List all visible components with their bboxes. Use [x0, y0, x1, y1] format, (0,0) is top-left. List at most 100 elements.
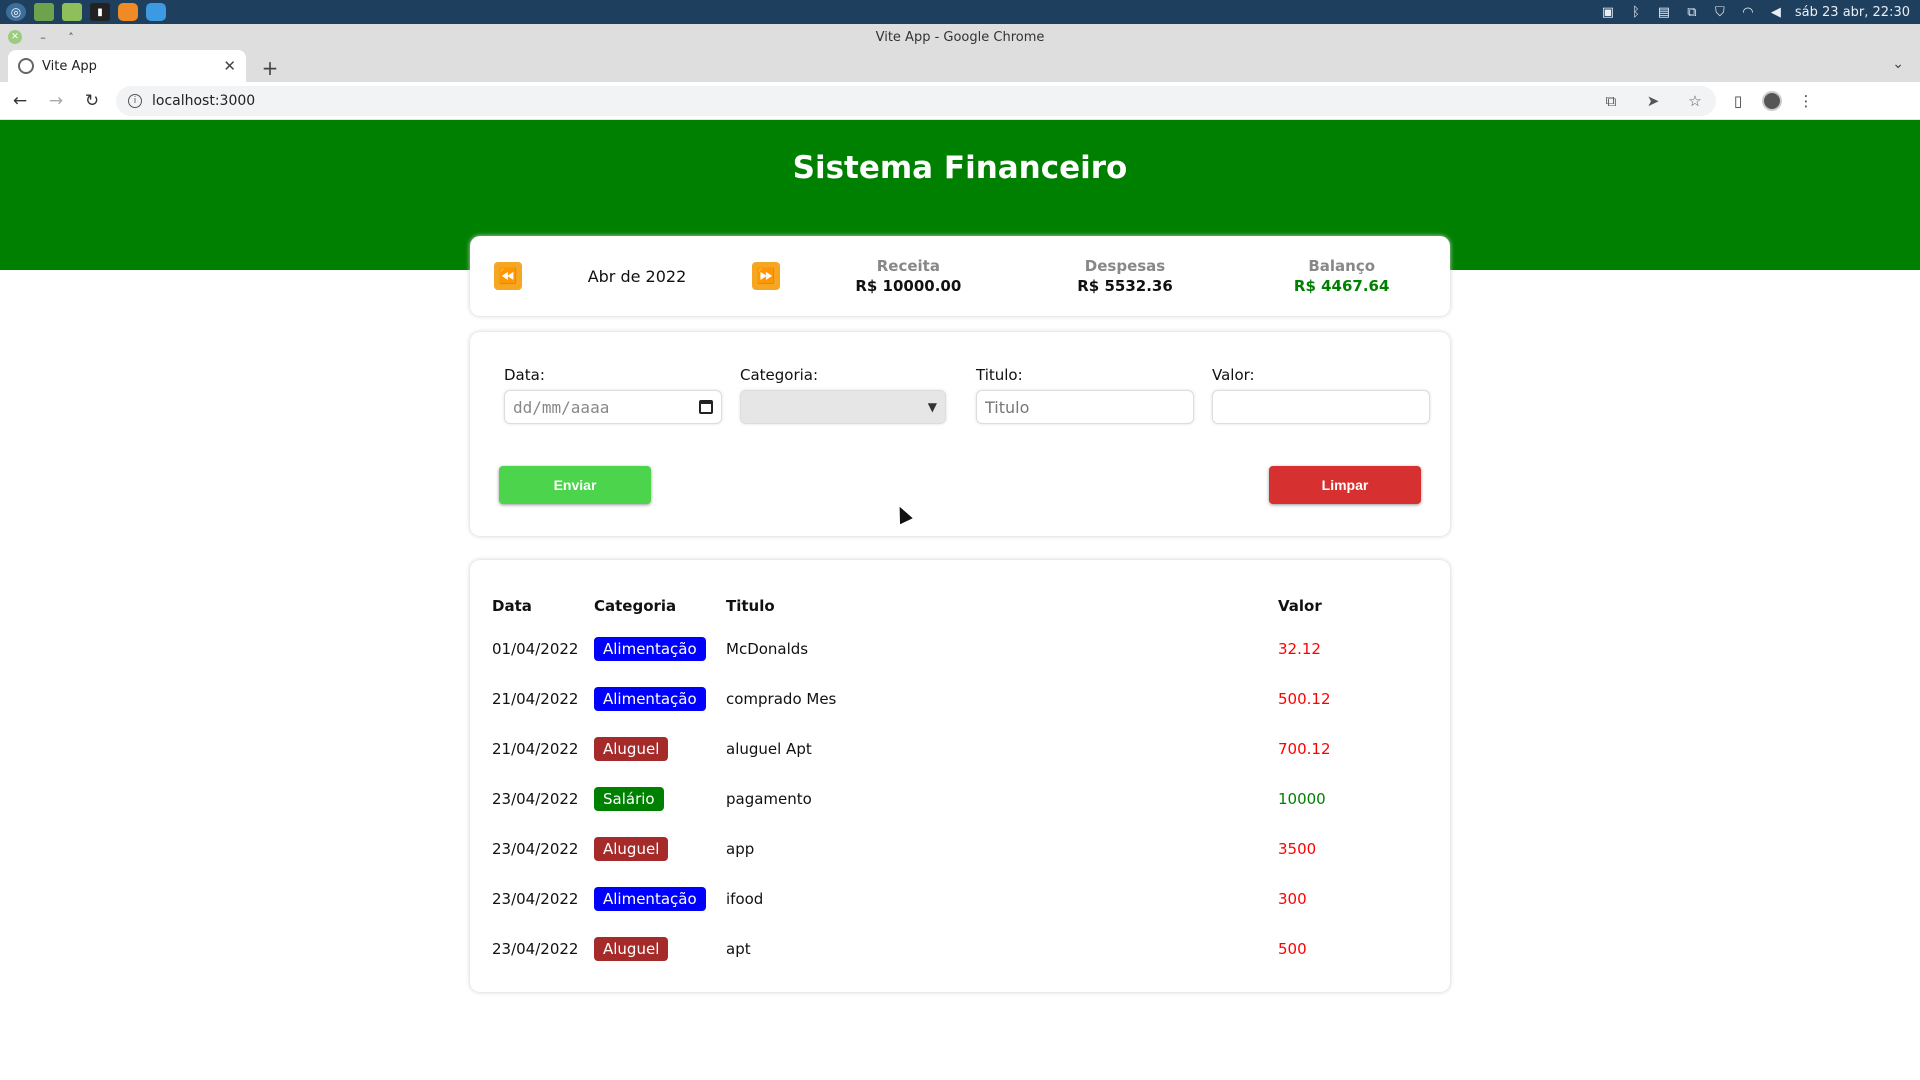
new-tab-button[interactable]: + [258, 56, 282, 80]
receita-value: R$ 10000.00 [855, 277, 962, 295]
tab-title: Vite App [42, 58, 97, 74]
cell-value: 700.12 [1278, 740, 1331, 758]
category-tag: Aluguel [594, 837, 669, 861]
tab-strip: Vite App ✕ + ⌄ [0, 50, 1920, 82]
cell-value: 300 [1278, 890, 1307, 908]
wifi-icon[interactable]: ◠ [1739, 4, 1757, 20]
side-panel-icon[interactable]: ▯ [1728, 92, 1748, 110]
cell-title: ifood [726, 890, 764, 908]
table-row: 23/04/2022 Aluguel apt 500 [492, 924, 1428, 974]
desktop-icon[interactable] [34, 3, 54, 21]
table-row: 21/04/2022 Alimentação comprado Mes 500.12 [492, 674, 1428, 724]
transactions-table: Data Categoria Titulo Valor 01/04/2022 Al… [492, 588, 1428, 974]
table-header-row: Data Categoria Titulo Valor [492, 588, 1428, 624]
header-category: Categoria [594, 597, 677, 615]
files-icon[interactable] [62, 3, 82, 21]
cell-category: Aluguel [594, 737, 726, 761]
clear-button[interactable]: Limpar [1269, 466, 1421, 504]
cell-date: 01/04/2022 [492, 640, 579, 658]
next-month-button[interactable]: ⏩ [752, 262, 780, 290]
info-icon[interactable]: i [128, 93, 142, 108]
cell-title: pagamento [726, 790, 812, 808]
tab-vite-app[interactable]: Vite App ✕ [8, 50, 246, 82]
menu-icon[interactable]: ⋮ [1796, 92, 1816, 110]
close-icon[interactable]: ✕ [223, 57, 236, 75]
update-icon[interactable]: ⧉ [1683, 4, 1701, 20]
cell-date: 21/04/2022 [492, 690, 579, 708]
cell-date: 23/04/2022 [492, 940, 579, 958]
window-minimize-button[interactable]: – [36, 30, 50, 44]
summary-balanco: Balanço R$ 4467.64 [1233, 257, 1450, 295]
star-icon[interactable]: ☆ [1684, 92, 1706, 110]
date-label: Data: [504, 366, 545, 384]
back-button[interactable]: ← [4, 85, 36, 117]
tab-search-icon[interactable]: ⌄ [1892, 56, 1904, 72]
cell-title: comprado Mes [726, 690, 837, 708]
cell-title: aluguel Apt [726, 740, 812, 758]
window-maximize-button[interactable]: ˄ [64, 30, 78, 44]
summary-despesas: Despesas R$ 5532.36 [1017, 257, 1234, 295]
date-placeholder: dd/mm/aaaa [513, 397, 610, 417]
calendar-icon[interactable] [699, 400, 713, 414]
page-viewport: Sistema Financeiro ⏪ Abr de 2022 ⏩ Recei… [0, 120, 1920, 1080]
value-input[interactable] [1212, 390, 1430, 424]
cell-category: Alimentação [594, 637, 726, 661]
mint-menu-icon[interactable]: ◎ [6, 3, 26, 21]
cell-date: 23/04/2022 [492, 790, 579, 808]
month-label: Abr de 2022 [587, 266, 687, 286]
globe-icon [18, 58, 34, 74]
cell-date: 21/04/2022 [492, 740, 579, 758]
despesas-value: R$ 5532.36 [1077, 277, 1173, 295]
clock[interactable]: sáb 23 abr, 22:30 [1795, 5, 1910, 20]
cell-category: Salário [594, 787, 726, 811]
balanco-value: R$ 4467.64 [1293, 277, 1390, 295]
window-close-button[interactable]: ✕ [8, 30, 22, 44]
category-tag: Salário [594, 787, 664, 811]
clipboard-icon[interactable]: ▤ [1655, 4, 1673, 20]
translate-icon[interactable]: ⧉ [1600, 92, 1622, 110]
date-input[interactable]: dd/mm/aaaa [504, 390, 722, 424]
entry-form-card: Data: dd/mm/aaaa Categoria: ▼ Titulo: Ti… [470, 332, 1450, 536]
cell-category: Aluguel [594, 837, 726, 861]
month-selector: ⏪ Abr de 2022 ⏩ [470, 262, 800, 290]
bluetooth-icon[interactable]: ᛒ [1627, 4, 1645, 20]
reload-button[interactable]: ↻ [76, 85, 108, 117]
title-label: Titulo: [976, 366, 1023, 384]
category-select[interactable]: ▼ [740, 390, 946, 424]
previous-month-button[interactable]: ⏪ [494, 262, 522, 290]
table-row: 01/04/2022 Alimentação McDonalds 32.12 [492, 624, 1428, 674]
transactions-card: Data Categoria Titulo Valor 01/04/2022 Al… [470, 560, 1450, 992]
balanco-label: Balanço [1308, 257, 1376, 275]
camera-icon[interactable]: ▣ [1599, 4, 1617, 20]
cloud-app-icon[interactable] [146, 3, 166, 21]
address-bar[interactable]: i localhost:3000 ⧉ ➤ ☆ [116, 85, 1716, 116]
send-icon[interactable]: ➤ [1642, 92, 1664, 110]
cell-category: Alimentação [594, 887, 726, 911]
receita-label: Receita [876, 257, 940, 275]
title-input[interactable]: Titulo [976, 390, 1194, 424]
category-tag: Alimentação [594, 687, 706, 711]
app-launcher-icon[interactable] [118, 3, 138, 21]
cell-value: 3500 [1278, 840, 1317, 858]
shield-icon[interactable]: ⛉ [1711, 4, 1729, 20]
cell-category: Aluguel [594, 937, 726, 961]
header-title: Titulo [726, 597, 775, 615]
title-field-group: Titulo: Titulo [976, 366, 1194, 424]
window-titlebar: ✕ – ˄ Vite App - Google Chrome [0, 24, 1920, 50]
cell-category: Alimentação [594, 687, 726, 711]
table-row: 23/04/2022 Alimentação ifood 300 [492, 874, 1428, 924]
category-tag: Aluguel [594, 737, 669, 761]
os-top-panel: ◎ ▮ ▣ ᛒ ▤ ⧉ ⛉ ◠ ◀ sáb 23 abr, 22:30 [0, 0, 1920, 24]
cell-value: 10000 [1278, 790, 1326, 808]
url-text[interactable]: localhost:3000 [152, 93, 1590, 109]
table-row: 23/04/2022 Aluguel app 3500 [492, 824, 1428, 874]
profile-avatar[interactable] [1762, 90, 1782, 111]
submit-button[interactable]: Enviar [499, 466, 651, 504]
forward-button[interactable]: → [40, 85, 72, 117]
terminal-icon[interactable]: ▮ [90, 3, 110, 21]
cell-title: McDonalds [726, 640, 809, 658]
cell-date: 23/04/2022 [492, 890, 579, 908]
category-label: Categoria: [740, 366, 819, 384]
volume-icon[interactable]: ◀ [1767, 4, 1785, 20]
header-date: Data [492, 597, 532, 615]
